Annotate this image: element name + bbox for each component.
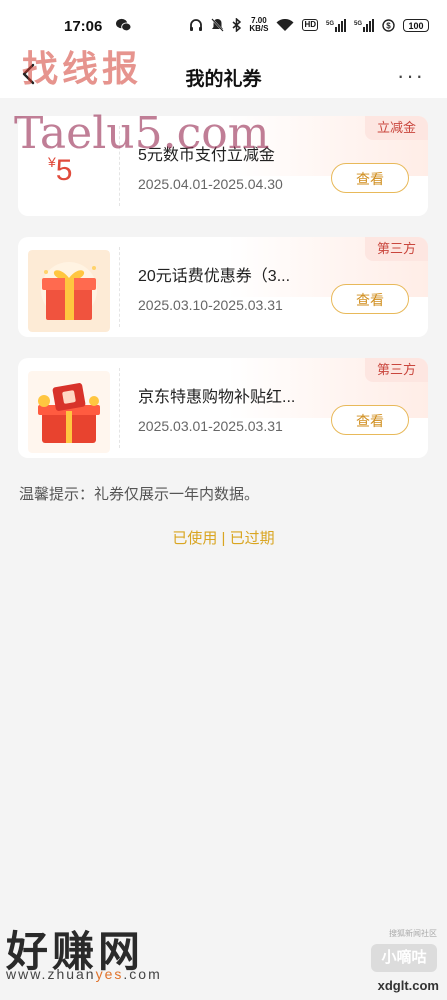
coupon-date: 2025.03.10-2025.03.31 [138, 297, 283, 313]
red-envelope-gift-icon [28, 371, 110, 453]
view-button[interactable]: 查看 [331, 405, 409, 435]
signal-icon-2: 5G [354, 18, 374, 32]
link-separator: | [217, 530, 230, 547]
watermark-url: www.zhuanyes.com [6, 966, 162, 982]
svg-text:5G: 5G [354, 21, 362, 27]
wechat-icon [116, 18, 131, 32]
coupon-card[interactable]: 第三方 20元话费优惠券（3... 2025.03.10-2025.03.31 … [18, 237, 428, 337]
coupon-tag: 立减金 [364, 116, 428, 140]
gift-box-icon [28, 250, 110, 332]
more-menu-icon[interactable]: ··· [397, 63, 425, 89]
card-divider [119, 368, 120, 448]
coupon-value: ¥5 [48, 154, 73, 187]
hd-badge: HD [302, 19, 318, 31]
status-icons: 7.00 KB/S HD 5G 5G $ 100 [189, 17, 429, 33]
coupon-date: 2025.03.01-2025.03.31 [138, 418, 283, 434]
status-bar: 17:06 7.00 KB/S HD 5G 5G $ 100 [0, 0, 447, 52]
mute-icon [211, 18, 225, 32]
battery-icon: 100 [403, 18, 429, 32]
coupon-date: 2025.04.01-2025.04.30 [138, 176, 283, 192]
watermark-site: xdglt.com [377, 978, 439, 993]
headphone-icon [190, 18, 203, 31]
svg-text:$: $ [386, 21, 391, 30]
coupon-card[interactable]: 第三方 京东特惠购物补贴红... 2025.03.01-2025.03.31 查… [18, 358, 428, 458]
dollar-circle-icon: $ [382, 18, 395, 32]
svg-text:5G: 5G [326, 21, 334, 27]
signal-icon: 5G [326, 18, 346, 32]
view-button[interactable]: 查看 [331, 284, 409, 314]
wifi-icon [276, 18, 294, 31]
view-button[interactable]: 查看 [331, 163, 409, 193]
card-divider [119, 247, 120, 327]
bluetooth-icon [232, 18, 242, 32]
coupon-card[interactable]: 立减金 ¥5 5元数币支付立减金 2025.04.01-2025.04.30 查… [18, 116, 428, 216]
nav-bar: 我的礼券 ··· [0, 52, 447, 98]
expired-link[interactable]: 已过期 [230, 530, 275, 547]
used-link[interactable]: 已使用 [172, 530, 217, 547]
history-links: 已使用 | 已过期 [0, 527, 447, 548]
page-title: 我的礼券 [185, 69, 262, 90]
watermark-logo: 小嘀咕 [371, 944, 437, 972]
status-time: 17:06 [64, 18, 103, 35]
tip-text: 温馨提示：礼券仅展示一年内数据。 [19, 486, 260, 503]
watermark-small-text: 搜狐新闻社区 [389, 929, 437, 938]
coupon-title: 京东特惠购物补贴红... [138, 389, 296, 406]
card-divider [119, 126, 120, 206]
coupon-title: 20元话费优惠券（3... [138, 268, 291, 285]
coupon-tag: 第三方 [364, 237, 428, 261]
coupon-tag: 第三方 [364, 358, 428, 382]
coupon-title: 5元数币支付立减金 [138, 147, 275, 164]
network-speed: 7.00 KB/S [249, 16, 269, 33]
